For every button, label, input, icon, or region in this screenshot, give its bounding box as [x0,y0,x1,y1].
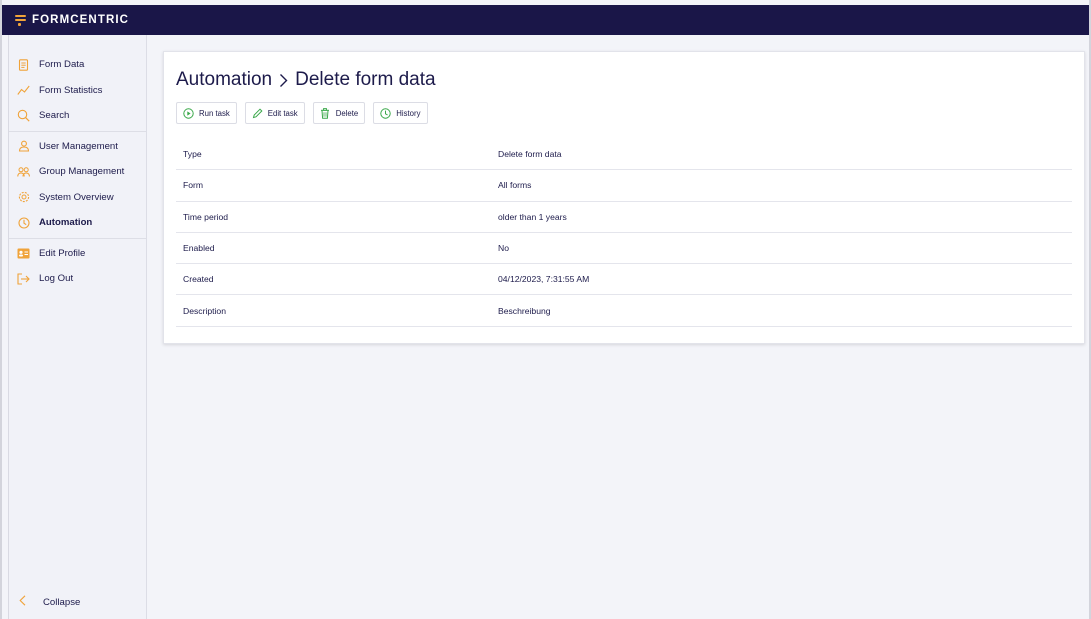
sidebar-item-form-statistics[interactable]: Form Statistics [9,78,146,104]
detail-row-type: Type Delete form data [176,139,1072,171]
sidebar-item-label: System Overview [39,191,114,203]
statistics-icon [17,84,30,97]
task-details-table: Type Delete form data Form All forms Tim… [176,139,1072,327]
sidebar-item-label: Form Statistics [39,84,103,96]
sidebar-item-log-out[interactable]: Log Out [9,266,146,292]
detail-label: Form [183,180,204,191]
logo[interactable]: FORMCENTRIC [15,14,129,26]
nav-group-forms: Form Data Form Statistics Search [9,52,146,132]
edit-task-label: Edit task [267,108,298,118]
sidebar-item-system-overview[interactable]: System Overview [9,185,146,211]
sidebar-item-label: User Management [39,140,118,152]
detail-row-form: Form All forms [176,170,1072,202]
search-icon [17,109,30,122]
group-icon [17,165,30,178]
collapse-label: Collapse [43,596,81,608]
task-detail-card: Automation Delete form data Run task Edi… [163,51,1085,344]
sidebar-item-label: Edit Profile [39,247,86,259]
nav-group-admin: User Management Group Management System … [9,134,146,239]
history-clock-icon [380,107,391,119]
pencil-icon [252,107,263,119]
user-icon [17,140,30,153]
edit-task-button[interactable]: Edit task [244,102,305,124]
delete-label: Delete [335,108,359,118]
sidebar-item-label: Search [39,110,70,122]
detail-label: Description [183,305,226,316]
detail-value: older than 1 years [498,211,567,222]
trash-icon [320,107,331,119]
page-title: Delete form data [295,69,436,90]
sidebar-item-group-management[interactable]: Group Management [9,159,146,185]
detail-value: All forms [498,180,532,191]
top-bar: FORMCENTRIC [2,5,1089,35]
brand-name: FORMCENTRIC [32,14,130,26]
gear-icon [17,191,30,204]
detail-value: Beschreibung [498,305,551,316]
form-data-icon [17,58,30,71]
chevron-left-icon [19,595,29,609]
sidebar-item-form-data[interactable]: Form Data [9,52,146,78]
detail-row-enabled: Enabled No [176,233,1072,265]
sidebar-item-edit-profile[interactable]: Edit Profile [9,241,146,267]
formcentric-logo-icon [15,14,26,26]
history-button[interactable]: History [373,102,428,124]
chevron-right-icon [279,73,288,88]
collapse-button[interactable]: Collapse [9,595,80,609]
logout-icon [17,272,30,285]
detail-value: No [498,243,509,254]
detail-row-created: Created 04/12/2023, 7:31:55 AM [176,264,1072,296]
action-toolbar: Run task Edit task Delete History [176,102,1071,124]
play-circle-icon [183,107,194,119]
breadcrumb-parent[interactable]: Automation [176,69,272,91]
profile-card-icon [17,247,30,260]
detail-value: 04/12/2023, 7:31:55 AM [498,274,590,285]
nav-group-account: Edit Profile Log Out [9,241,146,294]
run-task-label: Run task [199,108,230,118]
sidebar-item-search[interactable]: Search [9,103,146,129]
detail-label: Type [183,149,202,160]
delete-button[interactable]: Delete [312,102,366,124]
detail-label: Time period [183,211,229,222]
detail-value: Delete form data [498,149,562,160]
sidebar: Form Data Form Statistics Search User Ma… [8,35,147,619]
history-label: History [396,108,421,118]
detail-label: Created [183,274,214,285]
sidebar-item-automation[interactable]: Automation [9,210,146,236]
detail-row-description: Description Beschreibung [176,295,1072,327]
clock-icon [17,216,30,229]
sidebar-item-label: Group Management [39,166,125,178]
run-task-button[interactable]: Run task [176,102,237,124]
sidebar-item-label: Automation [39,217,93,229]
detail-row-time-period: Time period older than 1 years [176,202,1072,233]
sidebar-item-label: Log Out [39,273,74,285]
detail-label: Enabled [183,243,215,254]
breadcrumb: Automation Delete form data [176,69,1071,91]
sidebar-item-label: Form Data [39,59,85,71]
sidebar-item-user-management[interactable]: User Management [9,134,146,160]
